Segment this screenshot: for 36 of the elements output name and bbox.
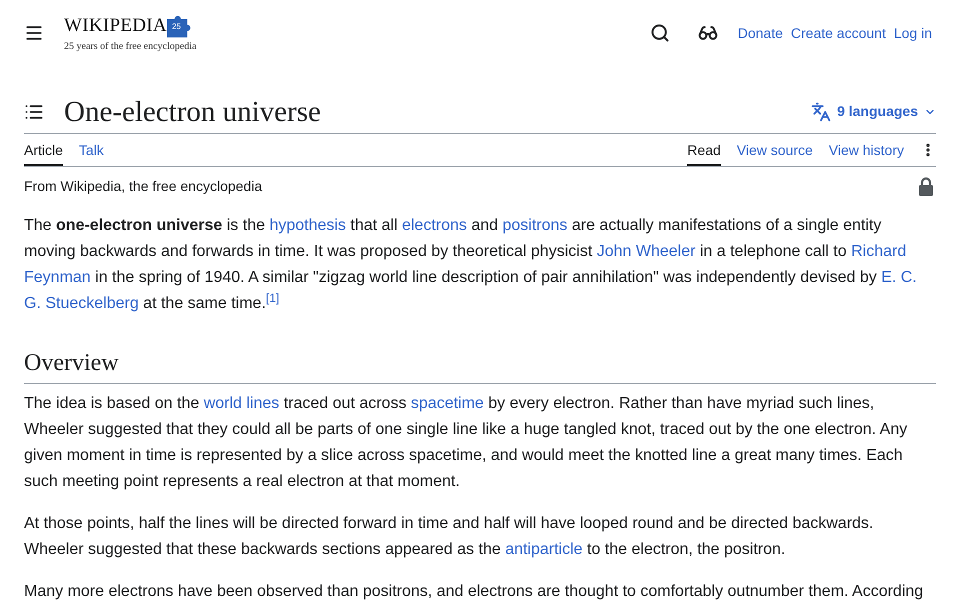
anniversary-number: 25: [172, 22, 181, 30]
article-link[interactable]: world lines: [204, 395, 280, 412]
page-tab[interactable]: View source: [736, 134, 813, 166]
paragraph: Many more electrons have been observed than positrons, and electrons are thought to comfortably outnumber them. According: [24, 582, 924, 600]
logo-wordmark: WIKIPEDIA: [64, 14, 167, 36]
header-link[interactable]: Donate: [738, 22, 783, 44]
page-tab[interactable]: Read: [687, 134, 721, 166]
page-title: One-electron universe: [64, 94, 321, 130]
article-link[interactable]: antiparticle: [505, 541, 583, 558]
puzzle-piece-icon: [166, 14, 191, 38]
article-link[interactable]: positrons: [502, 217, 568, 234]
article-link[interactable]: E. C.: [881, 269, 917, 286]
article-link[interactable]: G. Stueckelberg: [24, 295, 139, 312]
article-link[interactable]: hypothesis: [269, 217, 346, 234]
lock-icon: [918, 176, 934, 196]
reference-link[interactable]: [1]: [266, 291, 280, 305]
languages-button[interactable]: 9 languages: [811, 101, 936, 122]
page-tab[interactable]: Article: [24, 134, 63, 166]
paragraph: At those points, half the lines will be directed forward in time and half will have looped round and be directed backwards. Wheeler suggested that these backwards sections appeared as the antiparticle to the electron, the positron.: [24, 514, 874, 560]
page-tab[interactable]: Talk: [78, 134, 104, 166]
paragraph: The idea is based on the world lines traced out across spacetime by every electron. Rather than have myriad such lines, Wheeler suggested that they could all be parts of one single line like a huge tangled knot, traced out by the one electron. Any given moment in time is represented by a slice across spacetime, and would meet the knotted line a great many times. Each such meeting point represents a real electron at that moment.: [24, 394, 908, 492]
article-link[interactable]: Richard: [851, 243, 906, 260]
article-link[interactable]: electrons: [402, 217, 467, 234]
translate-icon: [811, 102, 832, 122]
header-link[interactable]: Log in: [894, 22, 932, 44]
glasses-icon[interactable]: [698, 23, 718, 43]
article-link[interactable]: John Wheeler: [596, 243, 696, 260]
header-link[interactable]: Create account: [790, 22, 886, 44]
site-tagline: From Wikipedia, the free encyclopedia: [24, 176, 262, 196]
search-icon[interactable]: [650, 23, 670, 43]
article-link[interactable]: spacetime: [410, 395, 484, 412]
logo-tagline: 25 years of the free encyclopedia: [64, 40, 196, 52]
page-tab[interactable]: View history: [828, 134, 904, 166]
paragraph: The one-electron universe is the hypothesis that all electrons and positrons are actually manifestations of a single entity moving backwards and forwards in time. It was proposed by theoretical physicist John Wheeler in a telephone call to Richard Feynman in the spring of 1940. A similar "zigzag world line description of pair annihilation" was independently devised by E. C. G. Stueckelberg at the same time.$^{[1]}$: [24, 216, 918, 314]
section-heading: Overview: [24, 347, 936, 384]
article-link[interactable]: Feynman: [24, 269, 91, 286]
